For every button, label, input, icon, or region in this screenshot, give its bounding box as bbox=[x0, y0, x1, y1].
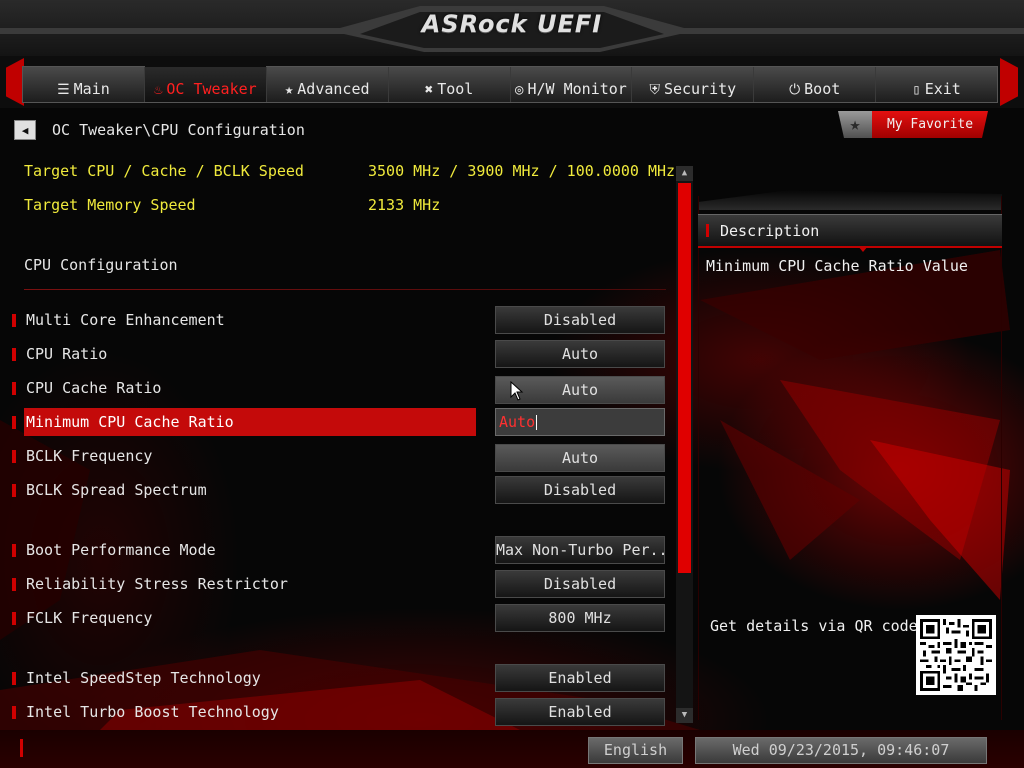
setting-label: FCLK Frequency bbox=[26, 609, 153, 627]
tab-oc-tweaker-label: OC Tweaker bbox=[166, 80, 257, 98]
monitor-icon: ◎ bbox=[515, 82, 524, 98]
mouse-pointer-icon bbox=[510, 381, 524, 401]
setting-label: CPU Cache Ratio bbox=[26, 379, 162, 397]
list-icon: ☰ bbox=[57, 82, 70, 98]
header-bar: ASRock UEFI bbox=[0, 0, 1024, 56]
row-marker bbox=[12, 544, 16, 557]
setting-multi-core-enhancement[interactable]: Multi Core Enhancement Disabled bbox=[0, 306, 670, 336]
setting-cpu-cache-ratio[interactable]: CPU Cache Ratio Auto bbox=[0, 374, 670, 404]
setting-value-intel-turbo-boost-technology[interactable]: Enabled bbox=[495, 698, 665, 726]
setting-label: BCLK Spread Spectrum bbox=[26, 481, 207, 499]
flame-icon: ♨ bbox=[153, 82, 163, 98]
setting-fclk-frequency[interactable]: FCLK Frequency 800 MHz bbox=[0, 604, 670, 634]
row-marker bbox=[12, 578, 16, 591]
main-tab-bar: ☰ Main ♨ OC Tweaker ★ Advanced ✖ Tool ◎ … bbox=[22, 59, 998, 103]
setting-intel-speedstep-technology[interactable]: Intel SpeedStep Technology Enabled bbox=[0, 664, 670, 694]
text-caret bbox=[536, 415, 538, 430]
target-cpu-label: Target CPU / Cache / BCLK Speed bbox=[24, 162, 304, 180]
qr-code-icon bbox=[916, 615, 996, 695]
language-button[interactable]: English bbox=[588, 737, 683, 764]
tab-hw-monitor-label: H/W Monitor bbox=[527, 80, 627, 98]
section-divider bbox=[24, 289, 666, 290]
status-marker bbox=[20, 739, 23, 757]
setting-cpu-ratio[interactable]: CPU Ratio Auto bbox=[0, 340, 670, 370]
power-icon: ⏻ bbox=[789, 82, 801, 98]
tab-security[interactable]: ⛨ Security bbox=[632, 67, 755, 102]
setting-minimum-cpu-cache-ratio[interactable]: Minimum CPU Cache Ratio Auto bbox=[0, 408, 670, 438]
setting-reliability-stress-restrictor[interactable]: Reliability Stress Restrictor Disabled bbox=[0, 570, 670, 600]
tab-tool-label: Tool bbox=[437, 80, 474, 98]
setting-label: CPU Ratio bbox=[26, 345, 108, 363]
setting-value-cpu-ratio[interactable]: Auto bbox=[495, 340, 665, 368]
shield-icon: ⛨ bbox=[649, 82, 660, 98]
exit-door-icon: ▯ bbox=[912, 82, 921, 98]
my-favorite-label: My Favorite bbox=[872, 111, 988, 138]
scroll-up-arrow-icon[interactable]: ▲ bbox=[676, 166, 693, 181]
setting-value-boot-performance-mode[interactable]: Max Non-Turbo Per... bbox=[495, 536, 665, 564]
row-marker bbox=[12, 348, 16, 361]
setting-label: Intel Turbo Boost Technology bbox=[26, 703, 279, 721]
datetime-display: Wed 09/23/2015, 09:46:07 bbox=[695, 737, 987, 764]
section-title: CPU Configuration bbox=[24, 256, 178, 274]
row-marker bbox=[12, 450, 16, 463]
description-text: Minimum CPU Cache Ratio Value bbox=[706, 257, 968, 275]
qr-code-graphic bbox=[920, 619, 992, 691]
row-marker bbox=[12, 416, 16, 429]
tab-boot[interactable]: ⏻ Boot bbox=[754, 67, 877, 102]
tab-main[interactable]: ☰ Main bbox=[23, 67, 145, 102]
description-marker bbox=[706, 224, 709, 237]
row-marker bbox=[12, 382, 16, 395]
target-memory-value: 2133 MHz bbox=[368, 196, 441, 214]
setting-value-fclk-frequency[interactable]: 800 MHz bbox=[495, 604, 665, 632]
settings-scrollbar[interactable]: ▲ ▼ bbox=[676, 166, 693, 723]
row-marker bbox=[12, 706, 16, 719]
setting-label: BCLK Frequency bbox=[26, 447, 153, 465]
setting-bclk-frequency[interactable]: BCLK Frequency Auto bbox=[0, 442, 670, 472]
setting-bclk-spread-spectrum[interactable]: BCLK Spread Spectrum Disabled bbox=[0, 476, 670, 506]
description-header: Description bbox=[698, 214, 1002, 248]
setting-intel-turbo-boost-technology[interactable]: Intel Turbo Boost Technology Enabled bbox=[0, 698, 670, 728]
row-marker bbox=[12, 484, 16, 497]
asrock-uefi-logo: ASRock UEFI bbox=[421, 10, 603, 38]
tab-exit-label: Exit bbox=[924, 80, 961, 98]
tab-hw-monitor[interactable]: ◎ H/W Monitor bbox=[511, 67, 633, 102]
setting-value-bclk-frequency[interactable]: Auto bbox=[495, 444, 665, 472]
row-marker bbox=[12, 314, 16, 327]
setting-label: Intel SpeedStep Technology bbox=[26, 669, 261, 687]
setting-label: Reliability Stress Restrictor bbox=[26, 575, 288, 593]
target-memory-label: Target Memory Speed bbox=[24, 196, 196, 214]
qr-code-label: Get details via QR code bbox=[710, 617, 918, 635]
my-favorite-button[interactable]: ★ My Favorite bbox=[838, 111, 988, 138]
tab-advanced[interactable]: ★ Advanced bbox=[267, 67, 389, 102]
tab-exit[interactable]: ▯ Exit bbox=[876, 67, 997, 102]
tab-advanced-label: Advanced bbox=[297, 80, 370, 98]
description-title: Description bbox=[720, 222, 820, 240]
row-marker bbox=[12, 612, 16, 625]
tab-oc-tweaker[interactable]: ♨ OC Tweaker bbox=[144, 59, 267, 102]
tab-boot-label: Boot bbox=[804, 80, 841, 98]
setting-label: Multi Core Enhancement bbox=[26, 311, 225, 329]
back-arrow-icon: ◀ bbox=[21, 123, 29, 137]
setting-value-reliability-stress-restrictor[interactable]: Disabled bbox=[495, 570, 665, 598]
scrollbar-thumb[interactable] bbox=[678, 183, 691, 573]
setting-label: Boot Performance Mode bbox=[26, 541, 216, 559]
scroll-down-arrow-icon[interactable]: ▼ bbox=[676, 708, 693, 723]
setting-label: Minimum CPU Cache Ratio bbox=[24, 408, 476, 436]
setting-value-intel-speedstep-technology[interactable]: Enabled bbox=[495, 664, 665, 692]
setting-value-multi-core-enhancement[interactable]: Disabled bbox=[495, 306, 665, 334]
tools-icon: ✖ bbox=[424, 82, 434, 98]
tab-main-label: Main bbox=[73, 80, 110, 98]
setting-boot-performance-mode[interactable]: Boot Performance Mode Max Non-Turbo Per.… bbox=[0, 536, 670, 566]
setting-value-bclk-spread-spectrum[interactable]: Disabled bbox=[495, 476, 665, 504]
breadcrumb: OC Tweaker\CPU Configuration bbox=[52, 121, 305, 139]
tab-tool[interactable]: ✖ Tool bbox=[389, 67, 511, 102]
target-cpu-value: 3500 MHz / 3900 MHz / 100.0000 MHz bbox=[368, 162, 676, 180]
tab-security-label: Security bbox=[663, 80, 737, 98]
star-icon: ★ bbox=[284, 82, 294, 98]
star-icon: ★ bbox=[838, 111, 872, 138]
row-marker bbox=[12, 672, 16, 685]
input-text: Auto bbox=[499, 413, 536, 431]
minimum-cpu-cache-ratio-input[interactable]: Auto bbox=[495, 408, 665, 436]
back-button[interactable]: ◀ bbox=[14, 120, 36, 140]
